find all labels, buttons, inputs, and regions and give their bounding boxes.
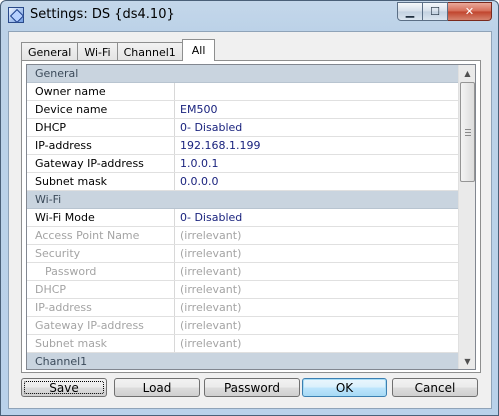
- section-header[interactable]: General: [27, 65, 458, 83]
- caption-buttons: ▁ ☐ ✕: [397, 2, 492, 21]
- section-header[interactable]: Channel1: [27, 353, 458, 369]
- section-label: Channel1: [35, 355, 88, 368]
- property-row: DHCP (irrelevant): [27, 281, 458, 299]
- property-name: IP-address: [27, 299, 175, 316]
- property-value: (irrelevant): [180, 301, 242, 314]
- property-value[interactable]: EM500: [175, 101, 458, 118]
- property-row[interactable]: Device name EM500: [27, 101, 458, 119]
- tab-general[interactable]: General: [21, 42, 79, 61]
- property-row[interactable]: DHCP 0- Disabled: [27, 119, 458, 137]
- property-name: Device name: [27, 101, 175, 118]
- app-icon: [8, 7, 24, 23]
- property-row: Subnet mask (irrelevant): [27, 335, 458, 353]
- section-label: General: [35, 67, 79, 80]
- property-name: DHCP: [27, 119, 175, 136]
- property-name: Access Point Name: [27, 227, 175, 244]
- property-value: (irrelevant): [180, 337, 242, 350]
- property-name: Gateway IP-address: [27, 155, 175, 172]
- property-value[interactable]: 192.168.1.199: [175, 137, 458, 154]
- property-value[interactable]: 1.0.0.1: [175, 155, 458, 172]
- close-button[interactable]: ✕: [448, 2, 492, 21]
- property-name: Security: [27, 245, 175, 262]
- property-value: (irrelevant): [180, 319, 242, 332]
- window-title: Settings: DS {ds4.10}: [30, 7, 175, 22]
- maximize-button[interactable]: ☐: [423, 2, 448, 21]
- property-rows: General Owner name Device name EM500 DHCP 0- …: [27, 65, 458, 369]
- section-label: Wi-Fi: [35, 193, 62, 206]
- tab-wifi[interactable]: Wi-Fi: [77, 42, 118, 61]
- scroll-down-icon[interactable]: ▼: [460, 353, 475, 369]
- property-row[interactable]: IP-address 192.168.1.199: [27, 137, 458, 155]
- close-icon: ✕: [464, 5, 475, 18]
- property-name: Subnet mask: [27, 173, 175, 190]
- property-row: Access Point Name (irrelevant): [27, 227, 458, 245]
- property-row: Gateway IP-address (irrelevant): [27, 317, 458, 335]
- grip-icon: [464, 128, 471, 136]
- tab-channel1[interactable]: Channel1: [116, 42, 183, 61]
- property-value[interactable]: 0- Disabled: [175, 209, 458, 226]
- property-row: Security (irrelevant): [27, 245, 458, 263]
- property-name: Wi-Fi Mode: [27, 209, 175, 226]
- property-row[interactable]: Subnet mask 0.0.0.0: [27, 173, 458, 191]
- scroll-up-icon[interactable]: ▲: [460, 65, 475, 81]
- scroll-thumb[interactable]: [460, 82, 475, 182]
- property-row[interactable]: Owner name: [27, 83, 458, 101]
- property-name: DHCP: [27, 281, 175, 298]
- property-value: (irrelevant): [180, 229, 242, 242]
- property-value[interactable]: 0- Disabled: [175, 119, 458, 136]
- tab-strip: General Wi-Fi Channel1 All: [21, 39, 216, 61]
- password-button[interactable]: Password: [204, 378, 300, 397]
- vertical-scrollbar[interactable]: ▲ ▼: [458, 65, 475, 369]
- property-name: Password: [27, 263, 175, 280]
- section-header[interactable]: Wi-Fi: [27, 191, 458, 209]
- settings-window: Settings: DS {ds4.10} ▁ ☐ ✕ General Wi-F…: [0, 0, 499, 416]
- cancel-button[interactable]: Cancel: [392, 378, 478, 397]
- property-value: (irrelevant): [180, 247, 242, 260]
- property-name: Subnet mask: [27, 335, 175, 352]
- title-bar[interactable]: Settings: DS {ds4.10} ▁ ☐ ✕: [1, 1, 498, 31]
- property-name: IP-address: [27, 137, 175, 154]
- load-button[interactable]: Load: [114, 378, 200, 397]
- property-value: (irrelevant): [180, 265, 242, 278]
- dialog-client-area: General Wi-Fi Channel1 All General Owner …: [8, 31, 492, 409]
- property-value: (irrelevant): [180, 283, 242, 296]
- property-row[interactable]: Gateway IP-address 1.0.0.1: [27, 155, 458, 173]
- minimize-button[interactable]: ▁: [397, 2, 423, 21]
- property-name: Owner name: [27, 83, 175, 100]
- tab-all[interactable]: All: [181, 39, 216, 61]
- maximize-icon: ☐: [430, 5, 440, 18]
- minimize-icon: ▁: [405, 5, 415, 18]
- property-row: IP-address (irrelevant): [27, 299, 458, 317]
- property-value[interactable]: 0.0.0.0: [175, 173, 458, 190]
- property-name: Gateway IP-address: [27, 317, 175, 334]
- property-row: Password (irrelevant): [27, 263, 458, 281]
- tab-page-all: General Owner name Device name EM500 DHCP 0- …: [21, 60, 481, 373]
- property-row[interactable]: Wi-Fi Mode 0- Disabled: [27, 209, 458, 227]
- ok-button[interactable]: OK: [302, 378, 387, 397]
- save-button[interactable]: Save: [21, 378, 107, 397]
- property-value[interactable]: [175, 83, 458, 100]
- property-grid[interactable]: General Owner name Device name EM500 DHCP 0- …: [26, 64, 476, 370]
